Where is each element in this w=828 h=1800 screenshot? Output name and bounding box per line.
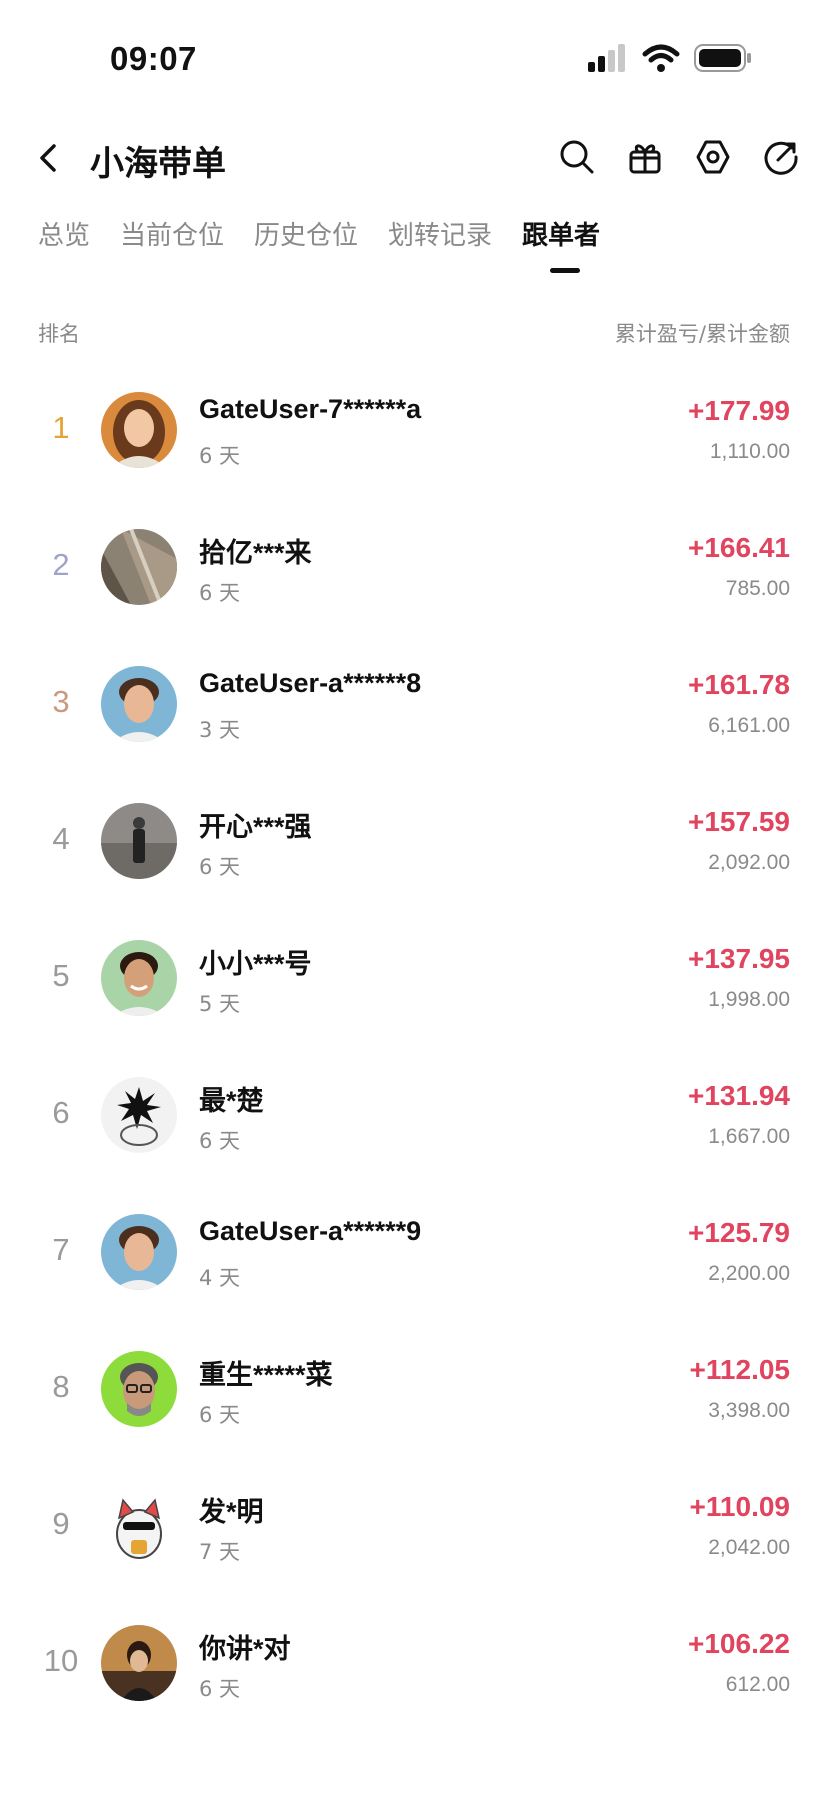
follower-name: 拾亿***来 [199,538,312,568]
follow-days: 6 天 [199,444,241,468]
cumulative-pnl: +131.94 [688,1080,790,1111]
rank-number: 1 [52,410,70,445]
avatar [101,1214,177,1290]
follower-row[interactable]: 9 发*明 7 天 +110.09 2,042.00 [0,1456,828,1593]
rank-number: 5 [52,958,70,993]
rank-number: 9 [52,1506,70,1541]
rank-number: 8 [52,1369,70,1404]
page-title: 小海带单 [90,144,226,184]
rank-number: 3 [52,684,70,719]
follower-name: GateUser-7******a [199,394,422,424]
wifi-icon [642,44,680,72]
avatar [101,392,177,468]
cumulative-amount: 6,161.00 [708,714,790,737]
avatar [101,666,177,742]
follower-name: 你讲*对 [199,1634,291,1664]
rank-column-header: 排名 [38,322,80,346]
cumulative-pnl: +137.95 [688,943,790,974]
cumulative-pnl: +110.09 [689,1491,790,1522]
rank-number: 4 [52,821,70,856]
gift-icon[interactable] [626,138,664,176]
cumulative-amount: 2,200.00 [708,1262,790,1285]
search-icon[interactable] [558,138,596,176]
cumulative-amount: 785.00 [725,577,790,600]
rank-number: 2 [52,547,70,582]
follower-row[interactable]: 8 重生*****菜 6 天 +112.05 3,398.00 [0,1319,828,1456]
cumulative-amount: 1,110.00 [709,440,790,463]
active-tab-indicator [550,268,580,273]
follower-name: 发*明 [199,1497,264,1527]
follower-name: 小小***号 [199,949,312,979]
follow-days: 6 天 [199,1677,241,1701]
status-time: 09:07 [110,40,197,77]
follower-row[interactable]: 7 GateUser-a******9 4 天 +125.79 2,200.00 [0,1182,828,1319]
cumulative-amount: 2,092.00 [708,851,790,874]
cumulative-pnl: +161.78 [688,669,790,700]
follower-name: GateUser-a******9 [199,1216,422,1246]
follow-days: 6 天 [199,581,241,605]
tab-transfer-records[interactable]: 划转记录 [388,215,492,252]
tab-current-positions[interactable]: 当前仓位 [120,215,224,252]
follower-row[interactable]: 10 你讲*对 6 天 +106.22 612.00 [0,1593,828,1730]
follower-list: 1 GateUser-7******a 6 天 +177.99 1,110.00… [0,360,828,1730]
follow-days: 4 天 [199,1266,241,1290]
share-icon[interactable] [762,138,800,176]
follower-row[interactable]: 1 GateUser-7******a 6 天 +177.99 1,110.00 [0,360,828,497]
follower-name: GateUser-a******8 [199,668,422,698]
follower-name: 重生*****菜 [199,1360,333,1390]
follow-days: 6 天 [199,855,241,879]
follow-days: 7 天 [199,1540,241,1564]
avatar [101,1077,177,1153]
follower-row[interactable]: 5 小小***号 5 天 +137.95 1,998.00 [0,908,828,1045]
avatar [101,803,177,879]
follow-days: 3 天 [199,718,241,742]
follower-name: 开心***强 [199,812,312,842]
rank-number: 10 [43,1643,79,1678]
back-icon[interactable] [30,138,70,178]
cumulative-amount: 3,398.00 [708,1399,790,1422]
cumulative-pnl: +125.79 [688,1217,790,1248]
signal-icon [588,44,625,72]
avatar [101,940,177,1016]
cumulative-pnl: +112.05 [689,1354,790,1385]
column-headers: 排名 累计盈亏/累计金额 [38,318,790,348]
status-bar: 09:07 [0,0,828,110]
follower-row[interactable]: 6 最*楚 6 天 +131.94 1,667.00 [0,1045,828,1182]
pnl-column-header: 累计盈亏/累计金额 [614,322,790,346]
follower-row[interactable]: 3 GateUser-a******8 3 天 +161.78 6,161.00 [0,634,828,771]
rank-number: 7 [52,1232,70,1267]
follower-row[interactable]: 4 开心***强 6 天 +157.59 2,092.00 [0,771,828,908]
tab-overview[interactable]: 总览 [38,215,90,252]
app-header: 小海带单 [0,120,828,200]
cumulative-amount: 612.00 [725,1673,790,1696]
follower-row[interactable]: 2 拾亿***来 6 天 +166.41 785.00 [0,497,828,634]
settings-icon[interactable] [694,138,732,176]
battery-icon [694,44,751,72]
cumulative-pnl: +106.22 [688,1628,790,1659]
follow-days: 5 天 [199,992,241,1016]
avatar [101,1625,177,1701]
cumulative-pnl: +157.59 [688,806,790,837]
follower-name: 最*楚 [199,1086,264,1116]
avatar [101,529,177,605]
avatar [101,1351,177,1427]
cumulative-pnl: +177.99 [688,395,790,426]
cumulative-amount: 1,667.00 [708,1125,790,1148]
cumulative-amount: 2,042.00 [708,1536,790,1559]
tab-history-positions[interactable]: 历史仓位 [254,215,358,252]
cumulative-pnl: +166.41 [688,532,790,563]
cumulative-amount: 1,998.00 [708,988,790,1011]
follow-days: 6 天 [199,1129,241,1153]
avatar [101,1488,177,1564]
tab-bar: 总览 当前仓位 历史仓位 划转记录 跟单者 [0,215,828,275]
tab-followers[interactable]: 跟单者 [522,215,600,252]
follow-days: 6 天 [199,1403,241,1427]
rank-number: 6 [52,1095,70,1130]
